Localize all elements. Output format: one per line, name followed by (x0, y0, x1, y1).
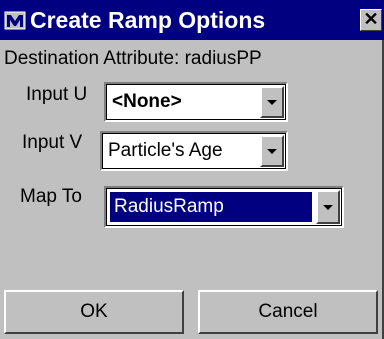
input-u-label: Input U (26, 84, 88, 105)
close-icon: ✕ (363, 9, 379, 29)
map-to-value: RadiusRamp (114, 196, 224, 217)
input-v-dropdown[interactable]: Particle's Age (100, 131, 288, 171)
chevron-down-icon[interactable] (316, 190, 340, 224)
input-v-label: Input V (22, 132, 83, 153)
window-title: Create Ramp Options (30, 7, 266, 33)
title-bar[interactable]: Create Ramp Options ✕ (0, 0, 384, 40)
cancel-button[interactable]: Cancel (198, 290, 378, 334)
chevron-down-icon[interactable] (260, 86, 284, 118)
create-ramp-options-dialog: Create Ramp Options ✕ Destination Attrib… (0, 0, 384, 339)
ok-button[interactable]: OK (4, 290, 184, 334)
close-button[interactable]: ✕ (360, 9, 382, 31)
input-v-value: Particle's Age (108, 140, 223, 161)
destination-attribute-label: Destination Attribute: radiusPP (4, 48, 262, 69)
map-to-dropdown[interactable]: RadiusRamp (104, 186, 344, 228)
chevron-down-icon[interactable] (260, 135, 284, 167)
input-u-value: <None> (112, 91, 182, 112)
map-to-label: Map To (20, 186, 82, 207)
input-u-dropdown[interactable]: <None> (104, 82, 288, 122)
maya-app-icon (4, 9, 26, 31)
